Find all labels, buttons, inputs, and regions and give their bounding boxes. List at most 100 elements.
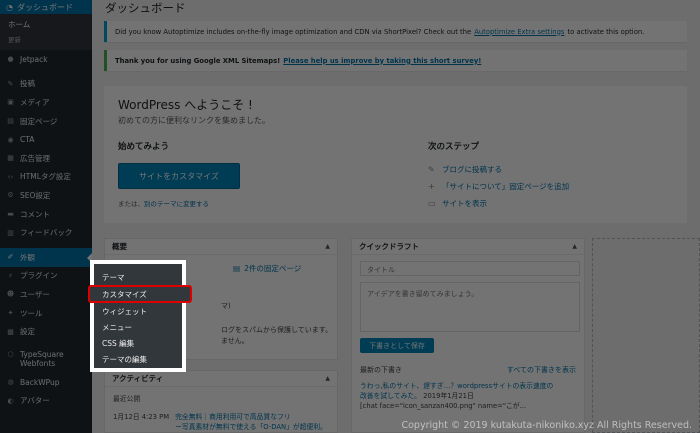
flyout-item-customize[interactable]: カスタマイズ: [88, 285, 192, 303]
flyout-item-menus[interactable]: メニュー: [94, 319, 182, 335]
activity-header[interactable]: アクティビティ ▲: [105, 371, 337, 387]
sidebar-item-pages[interactable]: ▤ 固定ページ: [0, 112, 92, 131]
customize-site-button[interactable]: サイトをカスタマイズ: [118, 163, 240, 189]
write-post-link[interactable]: ✎ ブログに投稿する: [428, 161, 569, 178]
survey-link[interactable]: Please help us improve by taking this sh…: [283, 57, 481, 65]
get-started-column: 始めてみよう サイトをカスタマイズ または、別のテーマに変更する: [118, 140, 240, 208]
draft-title-input[interactable]: タイトル: [360, 261, 580, 276]
sidebar-item-typesquare[interactable]: ○ TypeSquare Webfonts: [0, 347, 92, 373]
recent-drafts-header: 最新の下書き すべての下書きを表示: [360, 365, 576, 375]
flyout-item-widgets[interactable]: ウィジェット: [94, 303, 182, 319]
sidebar-item-settings[interactable]: ▩ 設定: [0, 322, 92, 341]
sidebar-item-label: Jetpack: [20, 54, 48, 64]
sidebar-item-dashboard[interactable]: ◔ ダッシュボード: [0, 0, 92, 14]
view-all-drafts-link[interactable]: すべての下書きを表示: [507, 365, 576, 375]
sidebar-item-avatar[interactable]: ◐ アバター: [0, 392, 92, 411]
quick-draft-header[interactable]: クイックドラフト ▲: [352, 239, 584, 255]
draft-excerpt: [chat face="icon_sanzan400.png" name="こが…: [360, 402, 527, 410]
change-theme-line: または、別のテーマに変更する: [118, 198, 240, 208]
draft-content-textarea[interactable]: アイデアを書き留めてみましょう。: [360, 282, 580, 332]
sidebar-item-appearance[interactable]: ✐ 外観: [0, 247, 92, 267]
widget-title: 概要: [112, 242, 127, 251]
recent-drafts-heading: 最新の下書き: [360, 366, 402, 374]
cta-icon: ◉: [7, 135, 14, 144]
alt-prefix: または、: [118, 200, 144, 208]
sidebar-item-posts[interactable]: ✎ 投稿: [0, 75, 92, 94]
sidebar-item-jetpack[interactable]: ● Jetpack: [0, 50, 92, 69]
view-icon: ▭: [428, 199, 436, 208]
activity-post-link-2[interactable]: ー写真素材が無料で使える「O-DAN」が超便利。: [175, 421, 327, 431]
plugin-icon: ⚡: [8, 271, 13, 280]
media-icon: ▣: [7, 98, 14, 107]
sidebar-item-tools[interactable]: ✦ ツール: [0, 304, 92, 323]
draft-title-text-2[interactable]: 改善を試してみた。: [360, 392, 421, 400]
sidebar-item-comments[interactable]: ▬ コメント: [0, 205, 92, 224]
sidebar-item-label: 固定ページ: [20, 116, 58, 126]
submenu-updates[interactable]: 更新: [0, 32, 92, 46]
comment-icon: ▬: [7, 210, 14, 219]
user-icon: ☻: [6, 290, 15, 299]
sidebar-item-backwpup[interactable]: ◍ BackWPup: [0, 373, 92, 392]
sidebar-item-label: ツール: [20, 308, 43, 318]
plus-icon: +: [428, 182, 435, 191]
sidebar-item-seo[interactable]: ⚙ SEO設定: [0, 186, 92, 205]
typesquare-icon: ○: [7, 349, 14, 358]
draft-date: 2019年1月21日: [423, 392, 474, 400]
draft-title-link[interactable]: うわっ,私のサイト、遅すぎ…？wordpressサイトの表示速度の: [360, 380, 576, 390]
get-started-heading: 始めてみよう: [118, 142, 170, 152]
sidebar-item-label: フィードバック: [20, 228, 73, 238]
backup-icon: ◍: [7, 378, 14, 387]
sidebar-item-feedback[interactable]: ▥ フィードバック: [0, 223, 92, 242]
pages-count-link[interactable]: ▤ 2件の固定ページ: [233, 263, 301, 274]
autoptimize-extra-link[interactable]: Autoptimize Extra settings: [474, 28, 564, 36]
notice-text: Thank you for using Google XML Sitemaps!: [115, 56, 281, 65]
collapse-icon[interactable]: ▲: [572, 243, 577, 250]
sidebar-item-ads[interactable]: ▦ 広告管理: [0, 149, 92, 168]
avatar-icon: ◐: [7, 396, 14, 405]
welcome-title: WordPress へようこそ !: [118, 98, 253, 112]
sidebar-item-label: HTMLタグ設定: [20, 172, 71, 182]
save-draft-button[interactable]: 下書きとして保存: [360, 338, 434, 353]
page-icon: ▤: [7, 117, 14, 126]
sidebar-item-label: コメント: [20, 209, 50, 219]
activity-post-link[interactable]: 完全無料｜商用利用可で高品質なフリ: [175, 411, 327, 421]
overview-header[interactable]: 概要 ▲: [105, 239, 337, 255]
sidebar-item-media[interactable]: ▣ メディア: [0, 93, 92, 112]
welcome-panel: WordPress へようこそ ! 初めての方に便利なリンクを集めました。 始め…: [104, 86, 687, 223]
edit-icon: ✎: [428, 165, 435, 174]
settings-icon: ▩: [7, 327, 14, 336]
collapse-icon[interactable]: ▲: [325, 243, 330, 250]
pages-count-label: 2件の固定ページ: [244, 264, 302, 273]
widget-title: クイックドラフト: [359, 242, 419, 251]
next-step-label: サイトを表示: [442, 199, 487, 208]
akismet-fragment-2: ません。: [221, 337, 249, 345]
widget-title: アクティビティ: [112, 374, 164, 383]
collapse-icon[interactable]: ▲: [325, 375, 330, 382]
sidebar-item-html-tags[interactable]: ‹› HTMLタグ設定: [0, 168, 92, 187]
sidebar-item-label: 設定: [20, 327, 35, 337]
recent-published-heading: 最近公開: [113, 395, 141, 403]
feedback-icon: ▥: [7, 228, 14, 237]
change-theme-link[interactable]: 別のテーマに変更する: [144, 200, 209, 208]
flyout-item-css-edit[interactable]: CSS 編集: [94, 335, 182, 351]
flyout-item-themes[interactable]: テーマ: [94, 269, 182, 285]
sitemap-notice: Thank you for using Google XML Sitemaps!…: [104, 50, 687, 71]
sidebar-item-label: TypeSquare Webfonts: [20, 349, 64, 368]
view-site-link[interactable]: ▭ サイトを表示: [428, 195, 569, 212]
sidebar-item-label: SEO設定: [20, 190, 51, 200]
appearance-flyout-menu: テーマ カスタマイズ ウィジェット メニュー CSS 編集 テーマの編集: [88, 260, 192, 372]
flyout-item-theme-editor[interactable]: テーマの編集: [94, 351, 182, 367]
sidebar-item-cta[interactable]: ◉ CTA: [0, 130, 92, 149]
dashboard-submenu: ホーム 更新: [0, 14, 92, 50]
sidebar-item-plugins[interactable]: ⚡ プラグイン: [0, 267, 92, 286]
notice-text: Did you know Autoptimize includes on-the…: [115, 27, 472, 36]
submenu-home[interactable]: ホーム: [0, 17, 92, 32]
sidebar-item-label: メディア: [20, 97, 50, 107]
appearance-icon: ✐: [7, 253, 14, 262]
ads-icon: ▦: [7, 154, 14, 163]
add-about-page-link[interactable]: + 「サイトについて」固定ページを追加: [428, 178, 569, 195]
sidebar-item-users[interactable]: ☻ ユーザー: [0, 285, 92, 304]
next-step-label: ブログに投稿する: [442, 165, 502, 174]
welcome-subtitle: 初めての方に便利なリンクを集めました。: [118, 116, 270, 125]
draft-title-line2: 改善を試してみた。 2019年1月21日: [360, 390, 576, 400]
